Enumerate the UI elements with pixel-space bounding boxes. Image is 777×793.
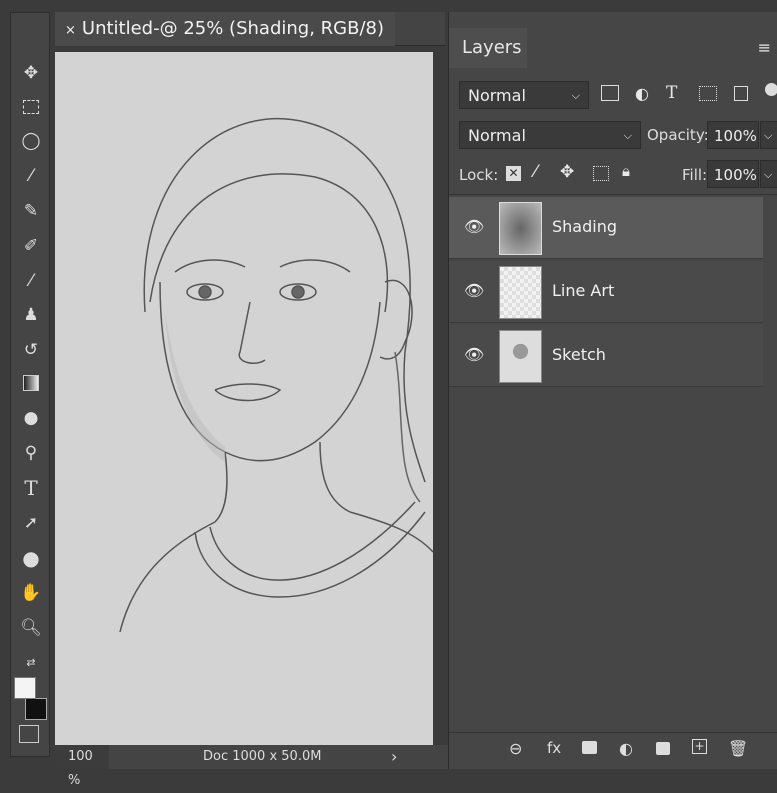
new-layer-icon[interactable]: + xyxy=(692,739,707,754)
doc-size: Doc 1000 x 50.0M xyxy=(203,749,322,764)
dodge-icon[interactable]: ⚲ xyxy=(19,441,43,465)
opacity-input[interactable]: 100% xyxy=(707,121,759,149)
divider xyxy=(449,732,777,733)
filter-shape-icon[interactable] xyxy=(699,86,717,101)
gradient-icon[interactable] xyxy=(19,371,43,395)
document-tab[interactable]: × Untitled-@ 25% (Shading, RGB/8) xyxy=(55,12,395,46)
lock-transparent-icon[interactable]: ✕ xyxy=(506,166,521,181)
brush-icon[interactable]: ⁄ xyxy=(19,269,43,293)
lock-image-icon[interactable]: ⁄ xyxy=(534,162,537,182)
trash-icon[interactable]: 🗑︎ xyxy=(728,739,748,758)
stamp-icon[interactable]: ♟ xyxy=(19,303,43,327)
blend-mode-value: Normal xyxy=(468,126,526,145)
blend-mode-dropdown[interactable]: Normal ⌵ xyxy=(459,121,641,149)
move-icon[interactable]: ✥ xyxy=(19,61,43,85)
quick-mask-icon[interactable] xyxy=(19,725,39,743)
zoom-icon[interactable]: 🔍︎ xyxy=(19,616,43,640)
lock-all-icon[interactable]: 🔒︎ xyxy=(622,162,630,180)
path-select-icon[interactable]: ➚ xyxy=(19,511,43,535)
visibility-eye-icon[interactable]: 👁︎ xyxy=(464,281,484,300)
lock-position-icon[interactable]: ✥ xyxy=(560,162,574,182)
type-icon[interactable]: T xyxy=(19,476,43,500)
foreground-color-swatch[interactable] xyxy=(14,677,36,699)
lock-artboard-icon[interactable] xyxy=(593,166,609,181)
layer-row-line-art[interactable]: 👁︎ Line Art xyxy=(449,261,763,323)
background-color-swatch[interactable] xyxy=(25,698,47,720)
document-title: Untitled-@ 25% (Shading, RGB/8) xyxy=(81,18,384,39)
filter-kind-value: Normal xyxy=(468,86,526,105)
fill-dropdown[interactable]: ⌵ xyxy=(760,160,777,188)
panel-menu-icon[interactable]: ≡ xyxy=(758,38,771,57)
hand-icon[interactable]: ✋ xyxy=(19,581,43,605)
layer-thumbnail xyxy=(499,330,542,383)
portrait-sketch xyxy=(119,117,433,633)
divider xyxy=(449,194,777,195)
healing-icon[interactable]: ✎ xyxy=(19,199,43,223)
zoom-level[interactable]: 100 % xyxy=(55,745,109,788)
lasso-icon[interactable]: ◯ xyxy=(19,129,43,153)
filter-pixel-icon[interactable] xyxy=(601,85,619,101)
layer-row-shading[interactable]: 👁︎ Shading xyxy=(449,197,763,259)
ellipse-icon[interactable]: ● xyxy=(19,546,43,570)
quick-select-icon[interactable]: ⁄ xyxy=(19,164,43,188)
layer-name: Sketch xyxy=(552,345,606,364)
fill-input[interactable]: 100% xyxy=(707,160,759,188)
history-brush-icon[interactable]: ↺ xyxy=(19,338,43,362)
filter-toggle[interactable] xyxy=(765,83,777,96)
opacity-label: Opacity: xyxy=(647,126,709,144)
visibility-eye-icon[interactable]: 👁︎ xyxy=(464,345,484,364)
swap-colors-icon[interactable]: ⇄ xyxy=(19,651,43,675)
filter-smart-object-icon[interactable] xyxy=(734,86,748,101)
layers-tab[interactable]: Layers xyxy=(449,28,527,68)
fill-label: Fill: xyxy=(682,166,708,184)
layer-thumbnail xyxy=(499,266,542,319)
layers-panel: Layers ≡ Normal ⌵ ◐ T Normal ⌵ Opacity: 10… xyxy=(448,12,777,769)
fx-icon[interactable]: fx xyxy=(547,739,561,757)
lock-label: Lock: xyxy=(459,166,499,184)
canvas[interactable] xyxy=(55,52,433,745)
status-bar: 100 % Doc 1000 x 50.0M › xyxy=(55,745,448,788)
status-menu-arrow[interactable]: › xyxy=(391,745,397,769)
burn-icon[interactable]: ● xyxy=(19,406,43,430)
filter-type-icon[interactable]: T xyxy=(666,83,677,103)
close-tab-icon[interactable]: × xyxy=(65,23,76,38)
filter-adjustment-icon[interactable]: ◐ xyxy=(635,84,649,103)
layer-row-sketch[interactable]: 👁︎ Sketch xyxy=(449,325,763,387)
mask-icon[interactable] xyxy=(582,741,597,754)
opacity-dropdown[interactable]: ⌵ xyxy=(760,121,777,149)
group-folder-icon[interactable] xyxy=(656,742,670,755)
link-icon[interactable]: ⊖ xyxy=(509,739,522,758)
tools-panel: ✥ ◯ ⁄ ✎ ✐ ⁄ ♟ ↺ ● ⚲ T ➚ ● ✋ 🔍︎ ⇄ xyxy=(10,12,50,757)
filter-kind-dropdown[interactable]: Normal ⌵ xyxy=(459,81,589,109)
adjustment-icon[interactable]: ◐ xyxy=(619,739,633,758)
brush-selection-icon[interactable]: ✐ xyxy=(19,234,43,258)
marquee-icon[interactable] xyxy=(19,95,43,119)
layer-name: Shading xyxy=(552,217,617,236)
layer-thumbnail xyxy=(499,202,542,255)
visibility-eye-icon[interactable]: 👁︎ xyxy=(464,217,484,236)
layer-name: Line Art xyxy=(552,281,615,300)
